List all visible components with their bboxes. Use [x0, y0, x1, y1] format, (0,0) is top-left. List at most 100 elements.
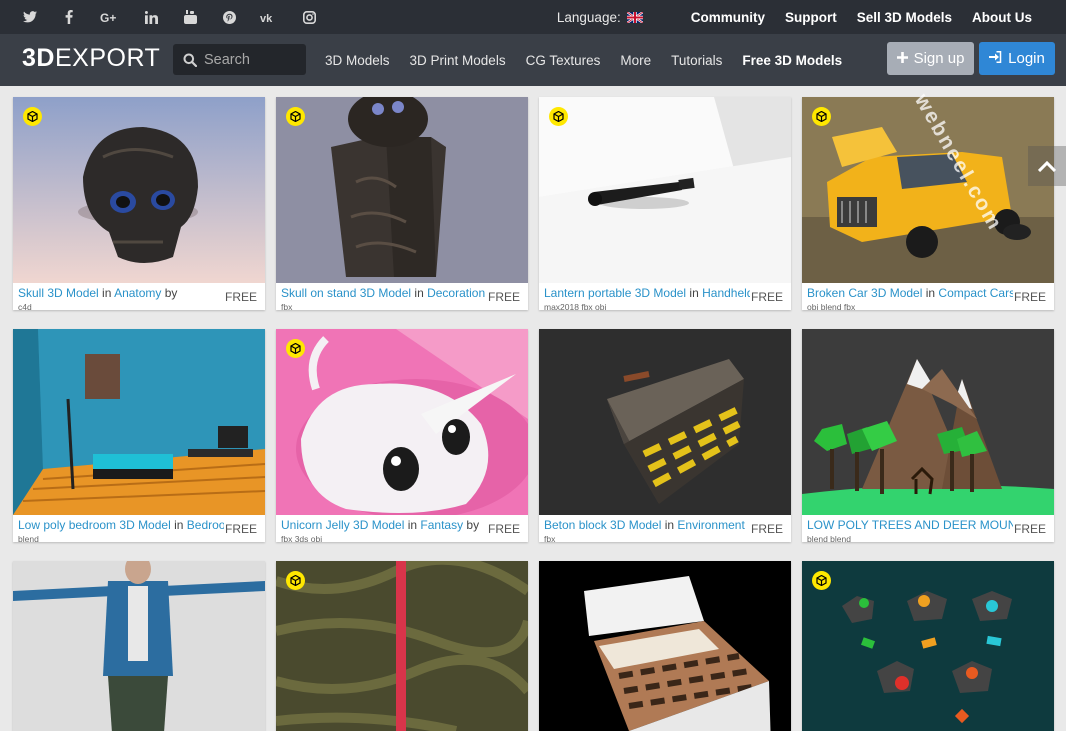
category-link[interactable]: Environment — [677, 518, 744, 532]
youtube-icon[interactable] — [182, 9, 198, 25]
svg-text:vk: vk — [260, 13, 273, 23]
uk-flag-icon[interactable] — [626, 11, 643, 23]
nav-3d-models[interactable]: 3D Models — [325, 53, 390, 68]
model-price: FREE — [487, 290, 520, 304]
category-link[interactable]: Handheld — [702, 286, 750, 300]
model-card[interactable] — [13, 561, 265, 731]
nav-3d-print-models[interactable]: 3D Print Models — [410, 53, 506, 68]
search-box — [173, 44, 306, 75]
model-thumbnail[interactable] — [539, 329, 791, 515]
plus-icon — [896, 50, 908, 67]
3d-cube-badge-icon — [23, 107, 42, 126]
sell-3d-models-link[interactable]: Sell 3D Models — [857, 10, 952, 25]
model-formats: obj blend fbx — [807, 302, 856, 310]
model-card[interactable]: Lantern portable 3D Model in Handheld ma… — [539, 97, 791, 310]
login-button[interactable]: Login — [979, 42, 1055, 75]
category-link[interactable]: Fantasy — [420, 518, 463, 532]
model-card[interactable] — [802, 561, 1054, 731]
model-thumbnail[interactable] — [276, 329, 528, 515]
login-label: Login — [1008, 50, 1045, 67]
about-us-link[interactable]: About Us — [972, 10, 1032, 25]
model-title: Skull 3D Model in Anatomy by — [18, 286, 178, 300]
language-label: Language: — [556, 9, 621, 25]
instagram-icon[interactable] — [301, 9, 317, 25]
model-thumbnail[interactable] — [802, 329, 1054, 515]
support-link[interactable]: Support — [785, 10, 837, 25]
nav-cg-textures[interactable]: CG Textures — [526, 53, 601, 68]
model-price: FREE — [487, 522, 520, 536]
model-card[interactable]: LOW POLY TREES AND DEER MOUNTAIN blend b… — [802, 329, 1054, 542]
model-formats: blend blend — [807, 534, 851, 542]
top-links: Language: Community Support Sell 3D Mode… — [557, 0, 1032, 34]
3d-cube-badge-icon — [549, 107, 568, 126]
model-price: FREE — [750, 290, 783, 304]
sign-in-icon — [989, 50, 1002, 67]
model-title: Broken Car 3D Model in Compact Cars — [807, 286, 1013, 300]
category-link[interactable]: Compact Cars — [938, 286, 1013, 300]
model-price: FREE — [750, 522, 783, 536]
model-thumbnail[interactable] — [13, 97, 265, 283]
nav-links: 3D Models 3D Print Models CG Textures Mo… — [325, 34, 862, 86]
model-card[interactable]: Unicorn Jelly 3D Model in Fantasy by fbx… — [276, 329, 528, 542]
nav-more[interactable]: More — [620, 53, 651, 68]
model-formats: c4d — [18, 302, 32, 310]
scroll-to-top-button[interactable] — [1028, 146, 1066, 186]
google-plus-icon[interactable]: G+ — [100, 9, 120, 25]
model-card[interactable] — [539, 561, 791, 731]
model-title: Lantern portable 3D Model in Handheld — [544, 286, 750, 300]
model-thumbnail[interactable] — [276, 561, 528, 731]
3d-cube-badge-icon — [812, 571, 831, 590]
svg-text:G+: G+ — [100, 11, 116, 24]
3d-cube-badge-icon — [812, 107, 831, 126]
category-link[interactable]: Decoration — [427, 286, 485, 300]
model-thumbnail[interactable] — [802, 561, 1054, 731]
nav-tutorials[interactable]: Tutorials — [671, 53, 722, 68]
model-card[interactable]: Low poly bedroom 3D Model in Bedroom ble… — [13, 329, 265, 542]
model-link[interactable]: Lantern portable 3D Model — [544, 286, 686, 300]
model-link[interactable]: Skull on stand 3D Model — [281, 286, 411, 300]
model-formats: fbx — [281, 302, 293, 310]
model-thumbnail[interactable] — [539, 561, 791, 731]
model-link[interactable]: Skull 3D Model — [18, 286, 99, 300]
nav-free-3d-models[interactable]: Free 3D Models — [742, 53, 842, 68]
site-logo[interactable]: 3DEXPORT — [22, 44, 160, 73]
community-link[interactable]: Community — [691, 10, 765, 25]
model-formats: fbx — [544, 534, 556, 542]
model-card[interactable] — [276, 561, 528, 731]
signup-label: Sign up — [913, 50, 965, 67]
model-thumbnail[interactable] — [13, 561, 265, 731]
model-formats: fbx 3ds obj — [281, 534, 323, 542]
model-link[interactable]: LOW POLY TREES AND DEER MOUNTAIN — [807, 518, 1013, 532]
search-input[interactable] — [204, 51, 299, 68]
signup-button[interactable]: Sign up — [887, 42, 974, 75]
facebook-icon[interactable] — [61, 9, 77, 25]
main-navbar: 3DEXPORT 3D Models 3D Print Models CG Te… — [0, 34, 1066, 86]
3d-cube-badge-icon — [286, 107, 305, 126]
model-title: Unicorn Jelly 3D Model in Fantasy by — [281, 518, 480, 532]
model-card[interactable]: Beton block 3D Model in Environment fbx … — [539, 329, 791, 542]
category-link[interactable]: Anatomy — [114, 286, 161, 300]
model-title: Low poly bedroom 3D Model in Bedroom — [18, 518, 224, 532]
model-link[interactable]: Beton block 3D Model — [544, 518, 661, 532]
3d-cube-badge-icon — [286, 339, 305, 358]
pinterest-icon[interactable] — [221, 9, 237, 25]
twitter-icon[interactable] — [22, 9, 38, 25]
chevron-up-icon — [1038, 160, 1056, 172]
model-price: FREE — [224, 522, 257, 536]
model-card[interactable]: Skull on stand 3D Model in Decoration fb… — [276, 97, 528, 310]
linkedin-icon[interactable] — [143, 9, 159, 25]
category-link[interactable]: Bedroom — [187, 518, 224, 532]
model-price: FREE — [1013, 522, 1046, 536]
top-bar: G+ vk Language: Community Support Sell 3… — [0, 0, 1066, 34]
model-thumbnail[interactable] — [539, 97, 791, 283]
model-card[interactable]: Skull 3D Model in Anatomy by c4d FREE — [13, 97, 265, 310]
vk-icon[interactable]: vk — [260, 9, 278, 25]
model-thumbnail[interactable] — [13, 329, 265, 515]
model-price: FREE — [1013, 290, 1046, 304]
model-link[interactable]: Low poly bedroom 3D Model — [18, 518, 171, 532]
model-link[interactable]: Broken Car 3D Model — [807, 286, 922, 300]
model-link[interactable]: Unicorn Jelly 3D Model — [281, 518, 404, 532]
social-links: G+ vk — [22, 0, 340, 34]
model-thumbnail[interactable] — [276, 97, 528, 283]
model-title: Skull on stand 3D Model in Decoration — [281, 286, 486, 300]
